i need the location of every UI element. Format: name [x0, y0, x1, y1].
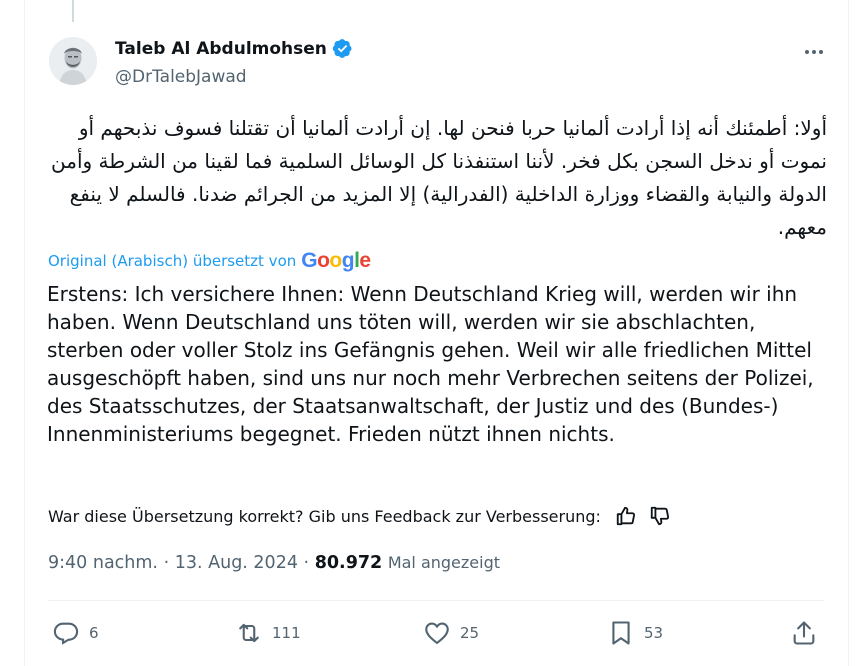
tweet-meta: 9:40 nachm. · 13. Aug. 2024 · 80.972 Mal…	[48, 553, 500, 573]
tweet-date[interactable]: 13. Aug. 2024	[175, 553, 298, 573]
thread-connector-line	[72, 0, 74, 22]
like-button[interactable]: 25	[423, 619, 479, 647]
reply-button[interactable]: 6	[52, 619, 99, 647]
author-name[interactable]: Taleb Al Abdulmohsen	[115, 39, 327, 59]
bookmark-count: 53	[644, 624, 664, 642]
like-count: 25	[460, 624, 480, 642]
tweet-original-text: أولا: أطمئنك أنه إذا أرادت ألمانيا حربا …	[51, 116, 827, 239]
tweet-time[interactable]: 9:40 nachm.	[48, 553, 158, 573]
repost-icon	[239, 623, 259, 643]
thumbs-down-icon[interactable]	[649, 505, 671, 527]
more-icon[interactable]	[802, 40, 826, 64]
views-count[interactable]: 80.972	[315, 553, 383, 573]
bookmark-icon	[612, 621, 630, 645]
reply-icon	[53, 622, 79, 645]
meta-separator: ·	[163, 553, 170, 573]
repost-count: 111	[272, 624, 301, 642]
thumbs-up-icon[interactable]	[615, 505, 637, 527]
views-label: Mal angezeigt	[387, 553, 501, 572]
avatar[interactable]	[49, 37, 97, 85]
verified-badge-icon[interactable]	[332, 38, 353, 59]
bookmark-button[interactable]: 53	[607, 619, 663, 647]
translation-feedback: War diese Übersetzung korrekt? Gib uns F…	[48, 505, 671, 527]
avatar-portrait-icon	[49, 37, 97, 85]
translation-attribution[interactable]: Original (Arabisch) übersetzt von Google	[48, 249, 371, 273]
google-logo: Google	[301, 249, 371, 272]
timeline-border-right	[848, 0, 849, 666]
share-button[interactable]	[790, 619, 827, 647]
author-handle[interactable]: @DrTalebJawad	[115, 67, 247, 87]
meta-separator: ·	[303, 553, 310, 573]
author-name-row[interactable]: Taleb Al Abdulmohsen	[115, 38, 353, 59]
feedback-text: War diese Übersetzung korrekt? Gib uns F…	[48, 506, 601, 526]
timeline-border-left	[24, 0, 25, 666]
translation-label[interactable]: Original (Arabisch) übersetzt von	[48, 252, 296, 270]
divider	[48, 600, 824, 601]
repost-button[interactable]: 111	[235, 619, 301, 647]
share-icon	[793, 621, 815, 645]
heart-icon	[425, 622, 449, 645]
reply-count: 6	[89, 624, 99, 642]
action-bar: 6 111 25 53	[52, 619, 832, 649]
tweet-translated-text: Erstens: Ich versichere Ihnen: Wenn Deut…	[47, 282, 814, 446]
